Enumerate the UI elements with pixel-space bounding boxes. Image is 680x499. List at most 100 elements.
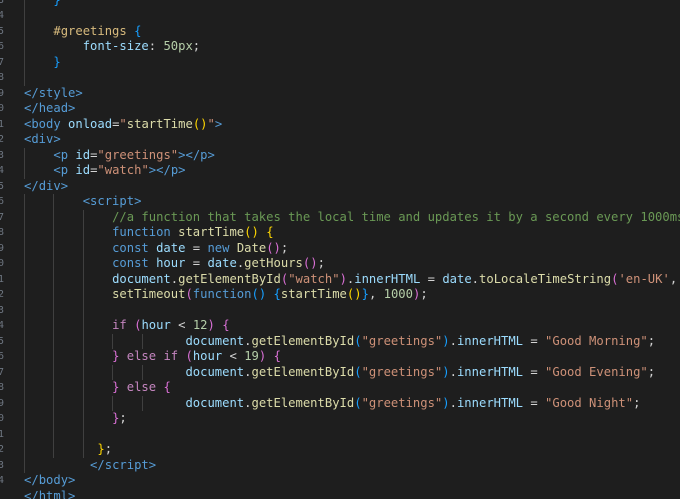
code-token: p bbox=[60, 147, 69, 162]
code-line[interactable]: 3 <p id="greetings"></p> bbox=[0, 148, 680, 164]
code-token: ; bbox=[317, 256, 325, 270]
code-token: toLocaleTimeString bbox=[479, 271, 612, 286]
code-token: getHours bbox=[244, 256, 303, 270]
code-line[interactable]: 7 } bbox=[0, 55, 680, 71]
code-token: const bbox=[112, 240, 149, 255]
code-token: //a function that takes the local time a… bbox=[112, 209, 680, 224]
code-line[interactable]: 2 }; bbox=[0, 442, 680, 458]
code-line[interactable]: 4 </body> bbox=[0, 473, 680, 489]
code-line[interactable]: 1 document.getElementById("watch").inner… bbox=[0, 272, 680, 288]
code-token: < bbox=[82, 194, 91, 208]
code-line[interactable]: 8 bbox=[0, 70, 680, 86]
code-line[interactable]: 0 }; bbox=[0, 411, 680, 427]
code-line[interactable]: 2 <div> bbox=[0, 132, 680, 148]
code-token: date bbox=[156, 240, 186, 255]
code-editor[interactable]: 3 }45 #greetings {6 font-size: 50px;7 }8… bbox=[0, 0, 680, 499]
code-line[interactable]: 5 </div> bbox=[0, 179, 680, 195]
code-line[interactable]: 4 if (hour < 12) { bbox=[0, 318, 680, 334]
code-line[interactable]: 8 function startTime() { bbox=[0, 225, 680, 241]
code-token: ( bbox=[185, 349, 193, 363]
code-line[interactable]: 7 //a function that takes the local time… bbox=[0, 210, 680, 226]
line-number: 9 bbox=[0, 397, 4, 409]
code-text: } bbox=[24, 54, 61, 71]
code-line[interactable]: 6 } else if (hour < 19) { bbox=[0, 349, 680, 365]
code-token: ) bbox=[442, 333, 450, 348]
code-token: startTime bbox=[178, 225, 245, 239]
code-line[interactable]: 2 setTimeout(function() {startTime()}, 1… bbox=[0, 287, 680, 303]
code-line[interactable]: </html> bbox=[0, 489, 680, 499]
code-text: document.getElementById("greetings").inn… bbox=[24, 334, 655, 350]
line-number: 4 bbox=[0, 475, 4, 486]
code-token: { bbox=[266, 225, 274, 239]
code-line[interactable]: 0 const hour = date.getHours(); bbox=[0, 256, 680, 272]
code-line[interactable]: 3 </script> bbox=[0, 458, 680, 474]
code-line[interactable]: 4 <p id="watch"></p> bbox=[0, 163, 680, 179]
code-token: </ bbox=[90, 457, 105, 472]
code-token: > bbox=[68, 473, 76, 487]
code-token: hour bbox=[192, 349, 223, 363]
code-text: function startTime() { bbox=[24, 225, 274, 241]
code-token: () bbox=[251, 287, 267, 301]
code-line[interactable]: 9 const date = new Date(); bbox=[0, 241, 680, 257]
code-line[interactable]: 4 bbox=[0, 8, 680, 24]
code-token: if bbox=[112, 318, 127, 332]
code-line[interactable]: 8 } else { bbox=[0, 380, 680, 396]
line-number: 6 bbox=[0, 196, 4, 207]
code-token: innerHTML bbox=[354, 271, 421, 286]
code-token: document bbox=[185, 333, 245, 348]
code-token: "Good Evening" bbox=[545, 364, 648, 379]
code-line[interactable]: 1 <body onload="startTime()"> bbox=[0, 117, 680, 133]
code-token: > bbox=[148, 457, 157, 472]
code-token: ( bbox=[354, 364, 362, 379]
code-token: < bbox=[222, 349, 245, 363]
code-line[interactable]: 5 #greetings { bbox=[0, 24, 680, 40]
code-token: ) bbox=[207, 318, 215, 332]
line-number: 3 bbox=[0, 149, 4, 161]
code-text: </div> bbox=[24, 179, 68, 195]
code-token: document bbox=[112, 271, 171, 286]
code-token: } bbox=[53, 54, 61, 69]
line-number: 7 bbox=[0, 366, 4, 378]
code-token: ) bbox=[442, 364, 450, 379]
code-token: > bbox=[75, 85, 83, 100]
code-line[interactable]: 3 bbox=[0, 303, 680, 319]
code-token: ; bbox=[633, 395, 641, 410]
code-token: "watch" bbox=[97, 163, 149, 177]
code-line[interactable]: 9 </style> bbox=[0, 86, 680, 102]
code-line[interactable]: 0 </head> bbox=[0, 101, 680, 117]
code-token: setTimeout bbox=[112, 287, 186, 301]
code-token: { bbox=[163, 380, 171, 394]
code-token: () bbox=[302, 256, 318, 270]
line-number: 5 bbox=[0, 25, 4, 37]
code-token: ; bbox=[119, 411, 127, 425]
code-token: = bbox=[185, 240, 208, 255]
code-token: } bbox=[361, 287, 369, 301]
code-line[interactable]: 7 document.getElementById("greetings").i… bbox=[0, 365, 680, 381]
code-token: 'en-UK' bbox=[618, 271, 670, 286]
code-line[interactable]: 9 document.getElementById("greetings").i… bbox=[0, 396, 680, 412]
code-token: { bbox=[134, 23, 142, 38]
code-token: getElementById bbox=[251, 333, 355, 348]
line-number: 6 bbox=[0, 41, 4, 52]
code-text: <p id="watch"></p> bbox=[24, 163, 185, 179]
line-number: 2 bbox=[0, 134, 4, 145]
code-token: document bbox=[185, 395, 245, 410]
code-token: #greetings bbox=[53, 23, 127, 38]
line-number: 5 bbox=[0, 335, 4, 347]
code-line[interactable]: 3 } bbox=[0, 0, 680, 8]
code-token: ( bbox=[354, 333, 362, 348]
code-line[interactable]: 6 font-size: 50px; bbox=[0, 39, 680, 55]
code-token: p bbox=[60, 163, 69, 177]
code-line[interactable]: 5 document.getElementById("greetings").i… bbox=[0, 334, 680, 350]
code-line[interactable]: 6 <script> bbox=[0, 194, 680, 210]
code-line[interactable]: 1 bbox=[0, 427, 680, 443]
